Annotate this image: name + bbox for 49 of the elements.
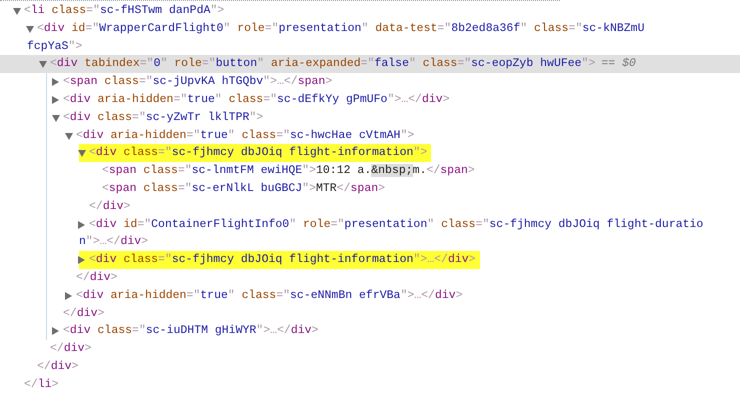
tree-row[interactable]: <div class="sc-iuDHTM gHiWYR">…</div> — [47, 322, 740, 340]
code-line: n">…</div> — [79, 235, 148, 248]
tree-row[interactable]: <li class="sc-fHSTwm danPdA"> — [0, 2, 740, 20]
tree-row[interactable]: <div class="sc-fjhmcy dbJOiq flight-information">…</div> — [47, 251, 740, 269]
code-line: <span class="sc-erNlkL buGBCJ">MTR</span> — [102, 182, 386, 195]
collapse-arrow-icon[interactable] — [13, 8, 21, 15]
expand-arrow-icon[interactable] — [78, 256, 85, 264]
collapse-arrow-icon[interactable] — [52, 114, 60, 122]
tree-row[interactable]: <div class="sc-fjhmcy dbJOiq flight-information"> — [47, 144, 740, 162]
expand-arrow-icon[interactable] — [52, 327, 59, 336]
code-line: </div> — [63, 306, 104, 322]
code-line: </div> — [37, 358, 78, 375]
tree-row[interactable]: <div id="ContainerFlightInfo0" role="presentation" class="sc-fjhmcy dbJOiq flight-duratio n">…</div> — [47, 216, 740, 252]
tree-row[interactable]: <div aria-hidden="true" class="sc-hwcHae cVtmAH"> — [47, 126, 740, 144]
code-line: </div> — [76, 270, 118, 286]
code-line: <div tabindex="0" role="button" aria-expanded="false" class="sc-eopZyb hwUFee"> — [50, 57, 596, 70]
code-line: <div class="sc-fjhmcy dbJOiq flight-information">…</div> — [89, 253, 476, 266]
code-line: </div> — [50, 341, 92, 358]
code-line: <div id="WrapperCardFlight0" role="presentation" data-test="8b2ed8a36f" class="sc-kNBZmU — [37, 22, 644, 35]
code-line: <div aria-hidden="true" class="sc-eNNmBn efrVBa">…</div> — [76, 288, 463, 302]
code-line: <li class="sc-fHSTwm danPdA"> — [24, 4, 224, 17]
collapse-arrow-icon[interactable] — [65, 132, 73, 140]
tree-row[interactable]: <div class="sc-yZwTr lklTPR"> — [47, 108, 740, 127]
code-line: <span class="sc-jUpvKA hTGQbv">…</span> — [63, 75, 332, 88]
code-line: <div aria-hidden="true" class="sc-hwcHae cVtmAH"> — [76, 128, 414, 142]
collapse-arrow-icon[interactable] — [78, 150, 86, 158]
code-line: </div> — [89, 198, 130, 215]
tree-row[interactable]: <span class="sc-lnmtFM ewiHQE">10:12 a.&nbsp;m.</span> — [47, 162, 740, 180]
tree-row[interactable]: <span class="sc-erNlkL buGBCJ">MTR</span> — [47, 180, 740, 198]
code-line: <div aria-hidden="true" class="sc-dEfkYy gPmUFo">…</div> — [63, 92, 450, 106]
tree-row[interactable]: <div tabindex="0" role="button" aria-expanded="false" class="sc-eopZyb hwUFee"> == $0 — [0, 55, 740, 74]
collapse-arrow-icon[interactable] — [39, 61, 47, 68]
code-line: <div id="ContainerFlightInfo0" role="presentation" class="sc-fjhmcy dbJOiq flight-duratio — [89, 218, 704, 231]
code-line: </li> — [24, 376, 59, 393]
tree-row[interactable]: <div id="WrapperCardFlight0" role="presentation" data-test="8b2ed8a36f" class="sc-kNBZmU fcpYaS"> — [0, 20, 740, 56]
code-line: fcpYaS"> — [27, 40, 82, 53]
tree-row[interactable]: <span class="sc-jUpvKA hTGQbv">…</span> — [47, 73, 740, 91]
code-line: <div class="sc-yZwTr lklTPR"> — [63, 110, 264, 124]
expand-arrow-icon[interactable] — [52, 96, 59, 104]
collapse-arrow-icon[interactable] — [26, 26, 34, 33]
code-line: <div class="sc-iuDHTM gHiWYR">…</div> — [63, 324, 318, 338]
expand-arrow-icon[interactable] — [52, 78, 59, 86]
tree-row[interactable]: <div aria-hidden="true" class="sc-eNNmBn efrVBa">…</div> — [47, 286, 740, 305]
tree-row[interactable]: <div aria-hidden="true" class="sc-dEfkYy gPmUFo">…</div> — [47, 90, 740, 109]
code-line: <span class="sc-lnmtFM ewiHQE">10:12 a.&nbsp;m.</span> — [102, 164, 475, 178]
expand-arrow-icon[interactable] — [65, 292, 72, 300]
expand-arrow-icon[interactable] — [78, 220, 85, 229]
code-line: <div class="sc-fjhmcy dbJOiq flight-information"> — [89, 146, 428, 160]
console-reference: == $0 — [601, 57, 636, 70]
